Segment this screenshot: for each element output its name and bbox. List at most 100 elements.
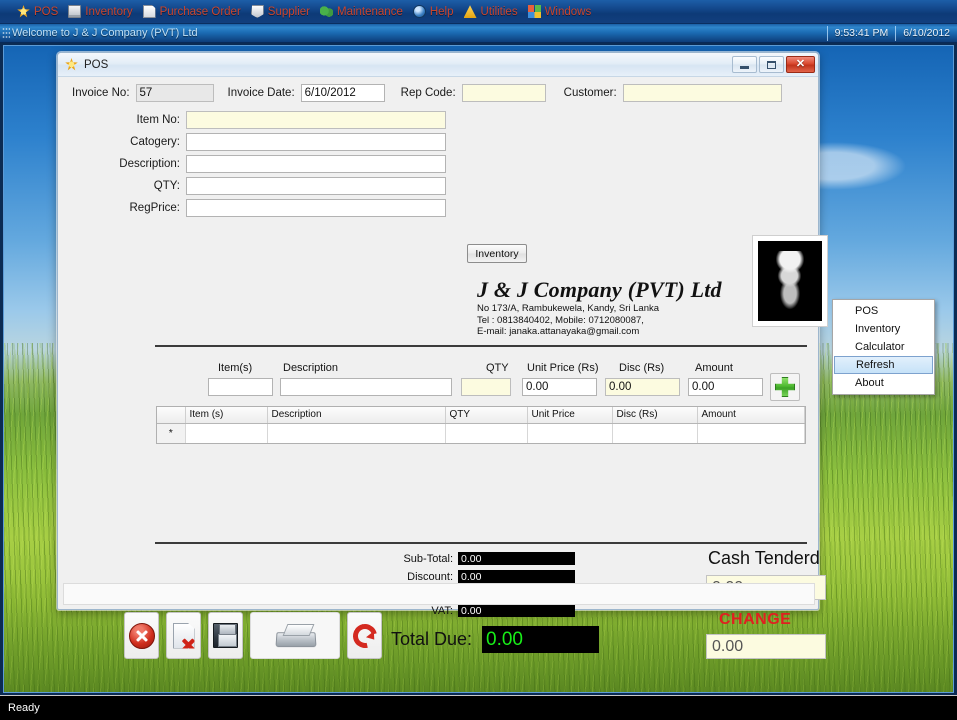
- close-button[interactable]: ✕: [786, 56, 815, 73]
- minimize-button[interactable]: [732, 56, 757, 73]
- menu-item-utilities[interactable]: Utilities: [461, 3, 525, 20]
- pos-child-window: POS ✕ Invoice No: 57 Invoice Date: 6/10/…: [56, 51, 828, 659]
- status-bar: Ready: [0, 695, 957, 720]
- change-field[interactable]: 0.00: [706, 634, 826, 659]
- menu-item-pos[interactable]: POS: [14, 3, 65, 20]
- company-name: J & J Company (PVT) Ltd: [477, 277, 722, 302]
- grid-col-amount[interactable]: Amount: [697, 407, 805, 424]
- cell-qty[interactable]: [445, 423, 528, 443]
- entry-row-fields: 0.00 0.00 0.00: [58, 378, 818, 398]
- dropdown-item-refresh[interactable]: Refresh: [834, 356, 933, 374]
- maximize-icon: [767, 60, 776, 69]
- table-row[interactable]: *: [157, 423, 805, 443]
- total-due-value: 0.00: [482, 626, 599, 653]
- description-field[interactable]: [186, 155, 446, 173]
- company-photo: [752, 235, 828, 327]
- entry-unit-price-field[interactable]: 0.00: [522, 378, 597, 396]
- pos-title-bar[interactable]: POS ✕: [58, 53, 818, 77]
- menu-item-label: Windows: [544, 5, 592, 18]
- menu-item-inventory[interactable]: Inventory: [65, 3, 139, 20]
- menu-item-purchase-order[interactable]: Purchase Order: [140, 3, 248, 20]
- cell-description[interactable]: [267, 423, 446, 443]
- qty-field[interactable]: [186, 177, 446, 195]
- document-icon: [142, 5, 156, 18]
- dropdown-item-inventory[interactable]: Inventory: [833, 320, 934, 338]
- cell-amount[interactable]: [697, 423, 805, 443]
- printer-icon: [274, 623, 316, 649]
- grid-col-unit-price[interactable]: Unit Price: [527, 407, 613, 424]
- save-button[interactable]: [208, 612, 243, 659]
- main-menu-bar: POS Inventory Purchase Order Supplier Ma…: [0, 0, 957, 24]
- refresh-button[interactable]: [347, 612, 382, 659]
- entry-header-amount: Amount: [695, 362, 733, 374]
- regprice-row: RegPrice:: [58, 199, 818, 217]
- invoice-no-field[interactable]: 57: [135, 83, 214, 102]
- company-address: No 173/A, Rambukewela, Kandy, Sri Lanka: [477, 303, 660, 314]
- help-icon: [412, 5, 426, 18]
- close-icon: ✕: [795, 58, 806, 70]
- rep-code-label: Rep Code:: [400, 86, 456, 99]
- grid-col-disc[interactable]: Disc (Rs): [612, 407, 698, 424]
- invoice-no-label: Invoice No:: [72, 86, 130, 99]
- box-icon: [68, 5, 82, 18]
- cell-unit-price[interactable]: [527, 423, 613, 443]
- dropdown-item-calculator[interactable]: Calculator: [833, 338, 934, 356]
- entry-amount-field[interactable]: 0.00: [688, 378, 763, 396]
- grid-col-items[interactable]: Item (s): [185, 407, 268, 424]
- grid-col-qty[interactable]: QTY: [445, 407, 528, 424]
- delete-button[interactable]: [166, 612, 201, 659]
- entry-items-field[interactable]: [208, 378, 273, 396]
- total-due-label: Total Due:: [391, 629, 473, 649]
- customer-field[interactable]: [622, 83, 782, 102]
- inventory-button[interactable]: Inventory: [467, 244, 527, 263]
- cell-items[interactable]: [185, 423, 268, 443]
- divider-bottom: [155, 542, 807, 544]
- print-button[interactable]: [250, 612, 340, 659]
- category-field[interactable]: [186, 133, 446, 151]
- subtotal-row: Sub-Total: 0.00: [358, 552, 575, 565]
- menu-item-label: Utilities: [480, 5, 518, 18]
- maximize-button[interactable]: [759, 56, 784, 73]
- regprice-field[interactable]: [186, 199, 446, 217]
- add-item-button[interactable]: [770, 373, 800, 401]
- entry-disc-field[interactable]: 0.00: [605, 378, 680, 396]
- invoice-date-label: Invoice Date:: [227, 86, 295, 99]
- dropdown-item-pos[interactable]: POS: [833, 302, 934, 320]
- entry-qty-field[interactable]: [461, 378, 511, 396]
- photo-subject: [775, 250, 805, 310]
- clock-area: 9:53:41 PM 6/10/2012: [826, 24, 957, 42]
- star-icon: [65, 58, 78, 71]
- regprice-label: RegPrice:: [129, 202, 181, 214]
- grid-col-selector: [157, 407, 186, 424]
- invoice-items-grid[interactable]: Item (s) Description QTY Unit Price Disc…: [156, 406, 806, 444]
- entry-header-unit-price: Unit Price (Rs): [527, 362, 599, 374]
- entry-description-field[interactable]: [280, 378, 452, 396]
- divider-top: [155, 345, 807, 347]
- subtotal-value: 0.00: [458, 552, 575, 565]
- menu-item-help[interactable]: Help: [410, 3, 461, 20]
- item-no-field[interactable]: [186, 111, 446, 129]
- cash-tendered-label: Cash Tenderd: [708, 548, 820, 568]
- application-window: POS Inventory Purchase Order Supplier Ma…: [0, 0, 957, 720]
- drag-grip-icon: [2, 26, 10, 40]
- menu-item-label: Inventory: [85, 5, 133, 18]
- cancel-button[interactable]: [124, 612, 159, 659]
- cell-disc[interactable]: [612, 423, 698, 443]
- subtotal-label: Sub-Total:: [403, 552, 453, 565]
- refresh-icon: [347, 618, 382, 653]
- item-entry-panel: Item No: Catogery: Description: QTY: Reg…: [58, 111, 818, 241]
- status-text: Ready: [8, 702, 40, 714]
- vat-row: VAT: 0.00: [358, 604, 575, 617]
- grid-col-description[interactable]: Description: [267, 407, 446, 424]
- invoice-date-field[interactable]: 6/10/2012: [300, 83, 385, 102]
- clock-date: 6/10/2012: [895, 25, 957, 41]
- menu-item-maintenance[interactable]: Maintenance: [317, 3, 410, 20]
- menu-item-windows[interactable]: Windows: [525, 3, 599, 20]
- save-icon: [213, 623, 238, 648]
- description-row: Description:: [58, 155, 818, 173]
- menu-item-supplier[interactable]: Supplier: [248, 3, 317, 20]
- dropdown-item-about[interactable]: About: [833, 374, 934, 392]
- pos-window-body: Invoice No: 57 Invoice Date: 6/10/2012 R…: [58, 77, 828, 659]
- welcome-message: Welcome to J & J Company (PVT) Ltd: [12, 27, 198, 39]
- rep-code-field[interactable]: [461, 83, 546, 102]
